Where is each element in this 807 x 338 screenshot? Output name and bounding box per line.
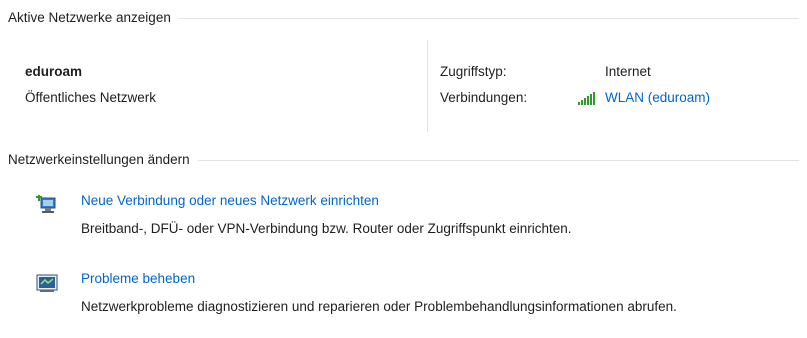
network-setup-icon[interactable] (36, 195, 58, 215)
wifi-signal-icon (578, 91, 595, 105)
wlan-connection-link[interactable]: WLAN (eduroam) (578, 90, 710, 105)
troubleshoot-description: Netzwerkprobleme diagnostizieren und rep… (81, 299, 677, 314)
connections-label: Verbindungen: (440, 90, 528, 105)
network-name: eduroam (25, 64, 83, 79)
access-type-label: Zugriffstyp: (440, 64, 507, 79)
network-category: Öffentliches Netzwerk (25, 90, 157, 105)
header-divider (197, 159, 799, 161)
active-networks-title: Aktive Netzwerke anzeigen (8, 10, 171, 25)
header-divider (178, 17, 799, 19)
new-connection-description: Breitband-, DFÜ- oder VPN-Verbindung bzw… (81, 221, 572, 236)
troubleshoot-icon[interactable] (36, 273, 58, 293)
access-type-value: Internet (605, 64, 651, 79)
wlan-connection-label[interactable]: WLAN (eduroam) (605, 90, 710, 105)
change-settings-header: Netzwerkeinstellungen ändern (8, 152, 799, 167)
active-networks-header: Aktive Netzwerke anzeigen (8, 10, 799, 25)
vertical-divider (427, 40, 428, 132)
new-connection-link[interactable]: Neue Verbindung oder neues Netzwerk einr… (81, 193, 379, 208)
change-settings-title: Netzwerkeinstellungen ändern (8, 152, 190, 167)
troubleshoot-link[interactable]: Probleme beheben (81, 271, 195, 286)
active-network-panel: eduroam Öffentliches Netzwerk Zugriffsty… (0, 40, 807, 132)
